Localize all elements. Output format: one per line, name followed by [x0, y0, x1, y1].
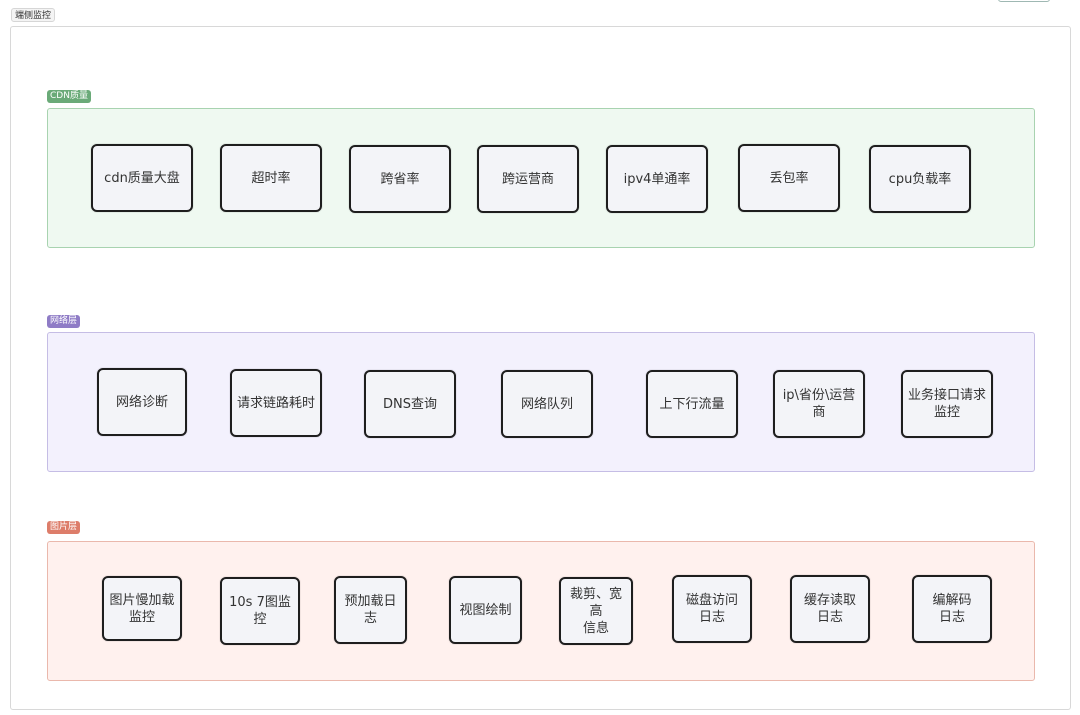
node-request-chain-latency[interactable]: 请求链路耗时 [230, 369, 322, 437]
section-label-network: 网络层 [47, 315, 81, 328]
node-dns-query[interactable]: DNS查询 [364, 370, 456, 438]
node-10s-7-image-monitor[interactable]: 10s 7图监控 [220, 577, 300, 645]
node-view-drawing[interactable]: 视图绘制 [449, 576, 522, 644]
node-cache-read-log[interactable]: 缓存读取 日志 [790, 575, 870, 643]
section-box-image [47, 541, 1035, 681]
section-label-cdn: CDN质量 [47, 90, 91, 103]
node-codec-log[interactable]: 编解码 日志 [912, 575, 992, 643]
node-network-queue[interactable]: 网络队列 [501, 370, 593, 438]
node-timeout-rate[interactable]: 超时率 [220, 144, 322, 212]
root-title: 端侧监控 [11, 8, 56, 22]
node-api-request-monitor[interactable]: 业务接口请求 监控 [901, 370, 993, 438]
section-label-image: 图片层 [47, 521, 81, 534]
node-up-down-traffic[interactable]: 上下行流量 [646, 370, 738, 438]
node-ip-province-isp[interactable]: ip\省份\运营商 [773, 370, 865, 438]
node-image-slow-load[interactable]: 图片慢加载 监控 [102, 576, 182, 641]
node-ipv4-single-rate[interactable]: ipv4单通率 [606, 145, 708, 213]
top-toolbar-button[interactable] [998, 0, 1050, 2]
node-packet-loss-rate[interactable]: 丢包率 [738, 144, 840, 212]
node-cpu-load-rate[interactable]: cpu负载率 [869, 145, 971, 213]
node-network-diagnosis[interactable]: 网络诊断 [97, 368, 187, 436]
node-cross-province-rate[interactable]: 跨省率 [349, 145, 451, 213]
node-cdn-dashboard[interactable]: cdn质量大盘 [91, 144, 193, 212]
node-crop-size-info[interactable]: 裁剪、宽高 信息 [559, 577, 633, 645]
node-preload-log[interactable]: 预加载日志 [334, 576, 407, 644]
node-disk-access-log[interactable]: 磁盘访问 日志 [672, 575, 752, 643]
node-cross-isp[interactable]: 跨运营商 [477, 145, 579, 213]
